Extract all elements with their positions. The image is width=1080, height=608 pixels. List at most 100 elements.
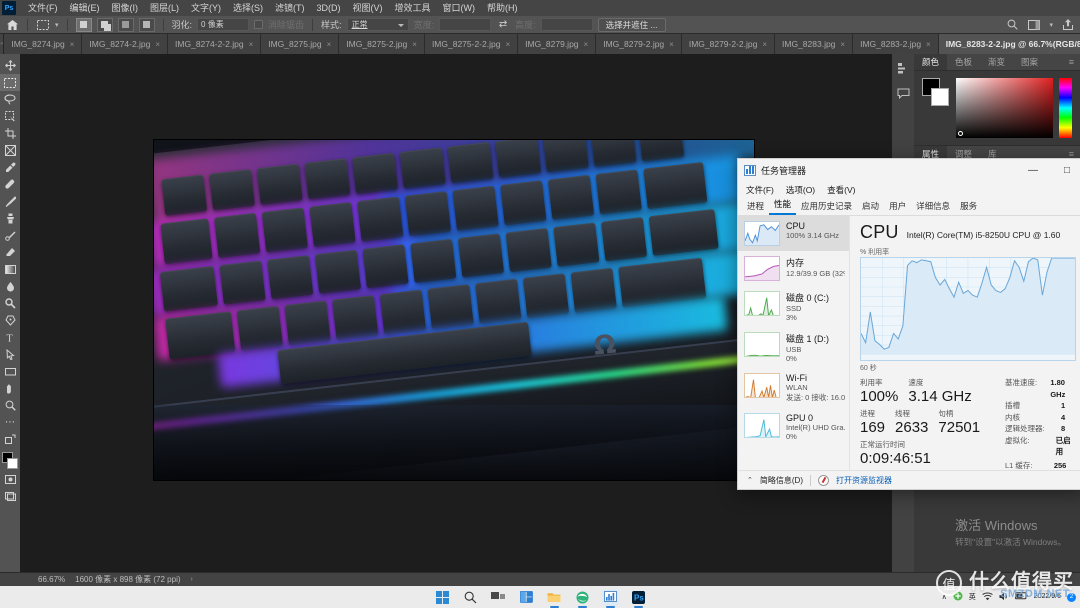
antialias-checkbox[interactable] bbox=[254, 20, 264, 29]
comments-panel-icon[interactable] bbox=[895, 85, 911, 101]
collapse-chevron-icon[interactable]: ⌃ bbox=[747, 476, 753, 484]
tab-img-8274-2-2[interactable]: IMG_8274-2-2.jpg × bbox=[168, 34, 262, 54]
feather-input[interactable]: 0 像素 bbox=[197, 18, 250, 31]
tab-swatches[interactable]: 色板 bbox=[947, 54, 980, 70]
battery-icon[interactable] bbox=[1014, 592, 1028, 602]
dodge-tool-icon[interactable] bbox=[0, 295, 20, 312]
close-icon[interactable]: × bbox=[249, 40, 254, 49]
brush-tool-icon[interactable] bbox=[0, 193, 20, 210]
tab-img-8274[interactable]: IMG_8274.jpg × bbox=[4, 34, 83, 54]
tab-performance[interactable]: 性能 bbox=[769, 196, 797, 215]
close-icon[interactable]: × bbox=[669, 40, 674, 49]
hue-slider[interactable] bbox=[1059, 78, 1072, 138]
hand-tool-icon[interactable] bbox=[0, 380, 20, 397]
move-tool-icon[interactable] bbox=[0, 57, 20, 74]
gradient-tool-icon[interactable] bbox=[0, 261, 20, 278]
menu-plugins[interactable]: 增效工具 bbox=[389, 0, 437, 16]
close-icon[interactable]: × bbox=[762, 40, 767, 49]
history-panel-icon[interactable] bbox=[895, 60, 911, 76]
search-icon[interactable] bbox=[1005, 18, 1019, 32]
menu-filter[interactable]: 滤镜(T) bbox=[269, 0, 311, 16]
widgets-icon[interactable] bbox=[518, 589, 535, 606]
tab-color[interactable]: 颜色 bbox=[914, 54, 948, 70]
width-input[interactable] bbox=[439, 18, 492, 31]
task-view-icon[interactable] bbox=[490, 589, 507, 606]
clone-stamp-tool-icon[interactable] bbox=[0, 210, 20, 227]
type-tool-icon[interactable]: T bbox=[0, 329, 20, 346]
swap-icon[interactable]: ⇄ bbox=[496, 18, 510, 32]
menu-help[interactable]: 帮助(H) bbox=[481, 0, 524, 16]
brief-info-button[interactable]: 简略信息(D) bbox=[760, 475, 803, 486]
blur-tool-icon[interactable] bbox=[0, 278, 20, 295]
maximize-button[interactable]: □ bbox=[1050, 159, 1080, 181]
tab-patterns[interactable]: 图案 bbox=[1013, 54, 1046, 70]
menu-edit[interactable]: 编辑(E) bbox=[64, 0, 106, 16]
subtract-selection-button[interactable] bbox=[117, 17, 134, 32]
task-manager-window[interactable]: 任务管理器 — □ 文件(F) 选项(O) 查看(V) 进程 性能 应用历史记录… bbox=[737, 158, 1080, 490]
start-icon[interactable] bbox=[434, 589, 451, 606]
quick-select-tool-icon[interactable] bbox=[0, 108, 20, 125]
zoom-level[interactable]: 66.67% bbox=[38, 575, 65, 584]
tab-img-8275[interactable]: IMG_8275.jpg × bbox=[261, 34, 340, 54]
healing-brush-tool-icon[interactable] bbox=[0, 176, 20, 193]
task-manager-titlebar[interactable]: 任务管理器 — □ bbox=[738, 159, 1080, 181]
share-icon[interactable] bbox=[1061, 18, 1075, 32]
ime-english-label[interactable]: 英 bbox=[969, 592, 976, 602]
tab-processes[interactable]: 进程 bbox=[742, 198, 769, 215]
status-expand-icon[interactable]: › bbox=[191, 576, 193, 583]
eyedropper-tool-icon[interactable] bbox=[0, 159, 20, 176]
new-selection-button[interactable] bbox=[75, 17, 92, 32]
path-selection-tool-icon[interactable] bbox=[0, 346, 20, 363]
marquee-tool-icon[interactable] bbox=[36, 18, 50, 32]
tray-expand-icon[interactable]: ∧ bbox=[942, 593, 947, 601]
resource-item-wifi[interactable]: Wi-Fi WLAN 发送: 0 接收: 16.0 Kbps bbox=[738, 368, 849, 408]
shape-tool-icon[interactable] bbox=[0, 363, 20, 380]
background-color-swatch[interactable] bbox=[931, 88, 949, 106]
menu-select[interactable]: 选择(S) bbox=[227, 0, 269, 16]
home-icon[interactable] bbox=[5, 18, 19, 32]
background-color-swatch[interactable] bbox=[7, 458, 18, 469]
edit-toolbar-icon[interactable] bbox=[0, 431, 20, 448]
chevron-down-icon[interactable]: ▾ bbox=[1049, 21, 1053, 29]
menu-3d[interactable]: 3D(D) bbox=[311, 0, 347, 16]
tab-img-8279-2[interactable]: IMG_8279-2.jpg × bbox=[596, 34, 682, 54]
more-tools-icon[interactable]: ⋯ bbox=[0, 414, 20, 431]
edge-icon[interactable] bbox=[574, 589, 591, 608]
menu-image[interactable]: 图像(I) bbox=[106, 0, 145, 16]
close-icon[interactable]: × bbox=[840, 40, 845, 49]
marquee-tool-icon[interactable] bbox=[0, 74, 20, 91]
close-icon[interactable]: × bbox=[412, 40, 417, 49]
clock-date[interactable]: 2022/9/6 bbox=[1034, 593, 1061, 601]
quick-mask-icon[interactable] bbox=[0, 471, 20, 488]
file-explorer-icon[interactable] bbox=[546, 589, 563, 608]
close-icon[interactable]: × bbox=[926, 40, 931, 49]
color-swatches[interactable] bbox=[922, 78, 950, 106]
select-and-mask-button[interactable]: 选择并遮住 ... bbox=[597, 17, 666, 32]
history-brush-tool-icon[interactable] bbox=[0, 227, 20, 244]
tab-img-8279[interactable]: IMG_8279.jpg × bbox=[518, 34, 597, 54]
tab-img-8275-2-2[interactable]: IMG_8275-2-2.jpg × bbox=[424, 34, 519, 54]
tab-img-8275-2[interactable]: IMG_8275-2.jpg × bbox=[339, 34, 425, 54]
tm-menu-options[interactable]: 选项(O) bbox=[786, 184, 815, 196]
pen-tool-icon[interactable] bbox=[0, 312, 20, 329]
resource-item-cpu[interactable]: CPU 100% 3.14 GHz bbox=[738, 216, 849, 251]
close-icon[interactable]: × bbox=[70, 40, 75, 49]
crop-tool-icon[interactable] bbox=[0, 125, 20, 142]
tab-img-8283[interactable]: IMG_8283.jpg × bbox=[775, 34, 854, 54]
tab-users[interactable]: 用户 bbox=[884, 198, 911, 215]
foreground-background-color[interactable] bbox=[0, 451, 20, 471]
wifi-icon[interactable] bbox=[982, 591, 993, 603]
style-select[interactable]: 正常 bbox=[346, 18, 409, 31]
tab-gradients[interactable]: 渐变 bbox=[980, 54, 1013, 70]
color-picker-field[interactable] bbox=[956, 78, 1053, 138]
workspace-icon[interactable] bbox=[1027, 18, 1041, 32]
resource-item-disk1[interactable]: 磁盘 1 (D:) USB 0% bbox=[738, 327, 849, 368]
resource-item-disk0[interactable]: 磁盘 0 (C:) SSD 3% bbox=[738, 286, 849, 327]
screen-mode-icon[interactable] bbox=[0, 488, 20, 505]
tm-menu-file[interactable]: 文件(F) bbox=[746, 184, 774, 196]
tab-img-8283-2[interactable]: IMG_8283-2.jpg × bbox=[853, 34, 939, 54]
photoshop-icon[interactable]: Ps bbox=[630, 589, 647, 608]
tab-app-history[interactable]: 应用历史记录 bbox=[796, 198, 857, 215]
resource-item-memory[interactable]: 内存 12.9/39.9 GB (32%) bbox=[738, 251, 849, 286]
close-icon[interactable]: × bbox=[584, 40, 589, 49]
